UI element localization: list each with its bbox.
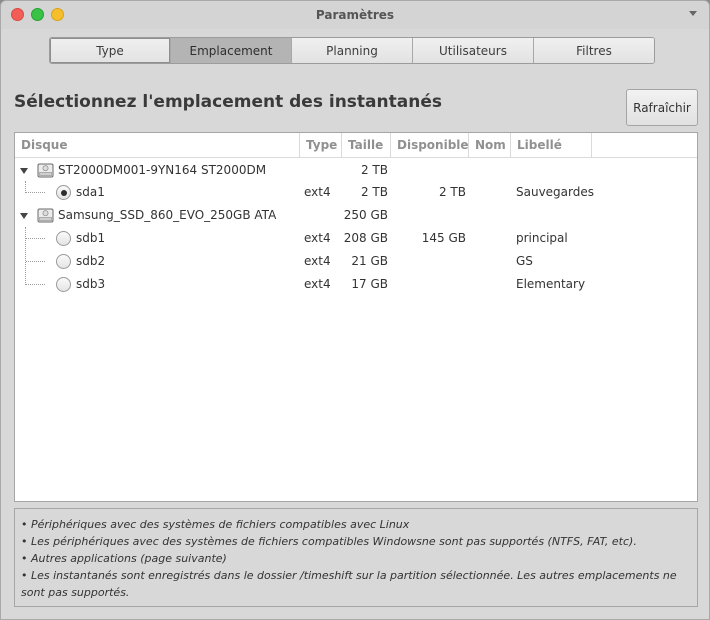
disk-size: 250 GB — [343, 208, 388, 222]
hard-disk-icon — [37, 208, 54, 223]
partition-size: 2 TB — [360, 185, 388, 199]
partition-type: ext4 — [304, 231, 331, 245]
disk-name: Samsung_SSD_860_EVO_250GB ATA — [58, 208, 277, 222]
disk-table: Disque Type Taille Disponible Nom Libell… — [14, 132, 698, 502]
partition-label: Sauvegardes — [516, 185, 595, 199]
partition-name: sdb2 — [76, 254, 106, 268]
partition-type: ext4 — [304, 277, 331, 291]
column-header-libelle[interactable]: Libellé — [511, 133, 592, 158]
disk-name: ST2000DM001-9YN164 ST2000DM — [58, 163, 267, 177]
column-header-disponible[interactable]: Disponible — [391, 133, 469, 158]
partition-radio[interactable] — [56, 277, 71, 292]
tab-emplacement[interactable]: Emplacement — [171, 38, 292, 63]
column-header-disque[interactable]: Disque — [15, 133, 300, 158]
column-header-nom[interactable]: Nom — [469, 133, 511, 158]
title-bar[interactable]: Paramètres — [1, 1, 709, 29]
table-header: Disque Type Taille Disponible Nom Libell… — [15, 133, 697, 158]
partition-size: 208 GB — [343, 231, 388, 245]
tab-planning[interactable]: Planning — [292, 38, 413, 63]
info-panel: • Périphériques avec des systèmes de fic… — [14, 508, 698, 607]
partition-size: 17 GB — [351, 277, 388, 291]
info-line: • Les périphériques avec des systèmes de… — [21, 535, 637, 548]
tab-bar: Type Emplacement Planning Utilisateurs F… — [49, 37, 655, 64]
column-header-type[interactable]: Type — [300, 133, 342, 158]
info-line: • Périphériques avec des systèmes de fic… — [21, 518, 410, 531]
partition-label: Elementary — [516, 277, 586, 291]
partition-type: ext4 — [304, 254, 331, 268]
partition-free: 145 GB — [421, 231, 466, 245]
info-line: • Autres applications (page suivante) — [21, 552, 227, 565]
settings-window: Paramètres Type Emplacement Planning Uti… — [0, 0, 710, 620]
chevron-down-icon[interactable] — [689, 11, 697, 16]
partition-type: ext4 — [304, 185, 331, 199]
table-row-partition[interactable]: sdb2 ext4 21 GB GS — [15, 250, 697, 273]
info-line: • Les instantanés sont enregistrés dans … — [21, 569, 677, 599]
table-row-disk[interactable]: Samsung_SSD_860_EVO_250GB ATA 250 GB — [15, 204, 697, 227]
partition-name: sda1 — [76, 185, 105, 199]
tab-filtres[interactable]: Filtres — [534, 38, 654, 63]
window-title: Paramètres — [315, 8, 395, 22]
refresh-button[interactable]: Rafraîchir — [626, 89, 698, 126]
page-title: Sélectionnez l'emplacement des instantan… — [14, 92, 442, 112]
partition-label: principal — [516, 231, 568, 245]
partition-radio[interactable] — [56, 185, 71, 200]
triangle-down-icon[interactable] — [20, 213, 28, 219]
partition-radio[interactable] — [56, 231, 71, 246]
hard-disk-icon — [37, 163, 54, 178]
table-row-disk[interactable]: ST2000DM001-9YN164 ST2000DM 2 TB — [15, 159, 697, 182]
triangle-down-icon[interactable] — [20, 168, 28, 174]
partition-name: sdb1 — [76, 231, 106, 245]
partition-label: GS — [516, 254, 533, 268]
tab-utilisateurs[interactable]: Utilisateurs — [413, 38, 534, 63]
table-row-partition[interactable]: sdb1 ext4 208 GB 145 GB principal — [15, 227, 697, 250]
disk-size: 2 TB — [360, 163, 388, 177]
table-row-partition[interactable]: sda1 ext4 2 TB 2 TB Sauvegardes — [15, 181, 697, 204]
column-header-taille[interactable]: Taille — [342, 133, 391, 158]
partition-radio[interactable] — [56, 254, 71, 269]
tab-type[interactable]: Type — [50, 38, 171, 63]
table-row-partition[interactable]: sdb3 ext4 17 GB Elementary — [15, 273, 697, 296]
partition-free: 2 TB — [438, 185, 466, 199]
partition-size: 21 GB — [351, 254, 388, 268]
partition-name: sdb3 — [76, 277, 106, 291]
